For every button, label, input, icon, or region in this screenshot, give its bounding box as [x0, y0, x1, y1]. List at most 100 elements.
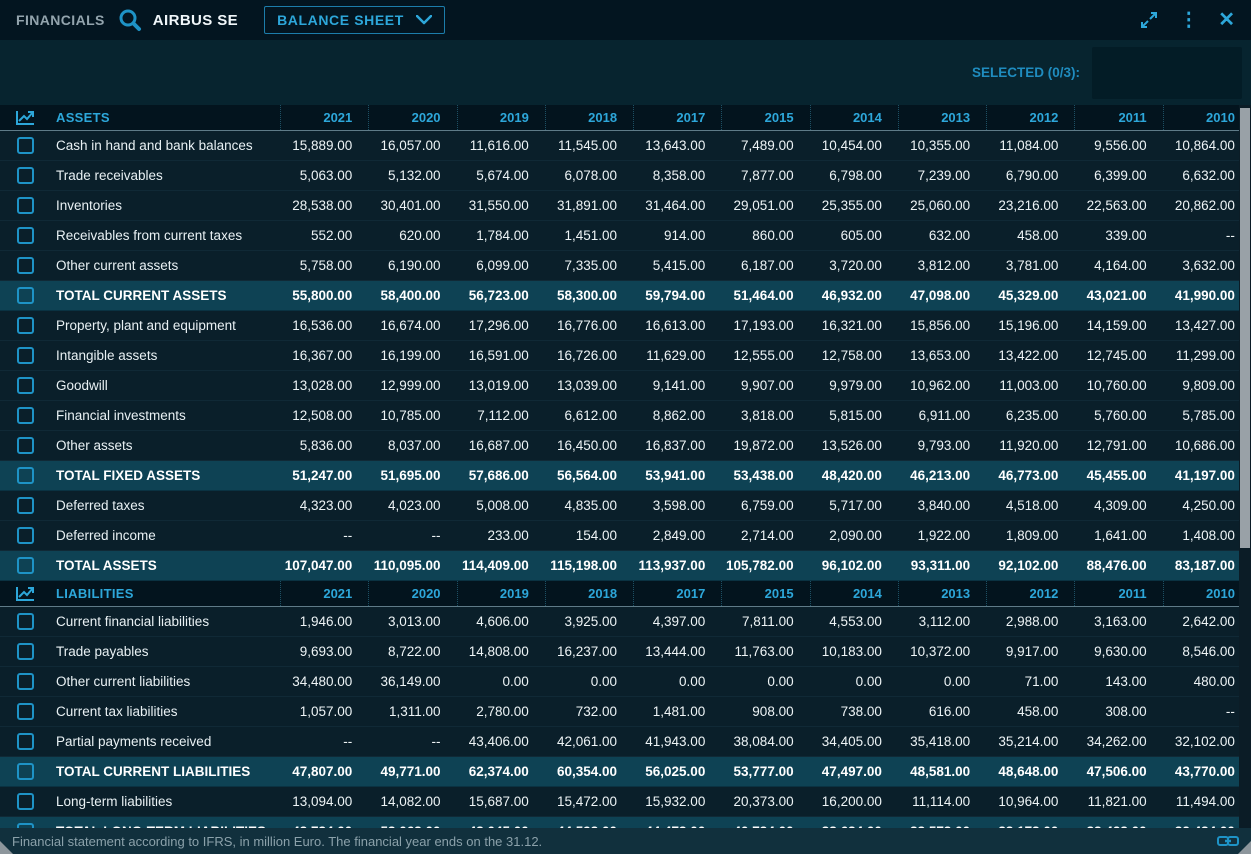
cell-value: 58,300.00	[545, 281, 633, 310]
year-column-header: 2020	[368, 581, 456, 606]
app-title: FINANCIALS	[16, 12, 105, 28]
cell-value: 11,114.00	[898, 787, 986, 816]
cell-value: 6,632.00	[1163, 161, 1251, 190]
cell-value: 1,946.00	[280, 607, 368, 636]
row-checkbox[interactable]	[17, 167, 34, 184]
cell-value: 1,641.00	[1074, 521, 1162, 550]
cell-value: 11,763.00	[721, 637, 809, 666]
cell-value: 53,438.00	[721, 461, 809, 490]
cell-value: 51,464.00	[721, 281, 809, 310]
cell-value: 632.00	[898, 221, 986, 250]
cell-value: 4,606.00	[457, 607, 545, 636]
row-checkbox[interactable]	[17, 557, 34, 574]
cell-value: 154.00	[545, 521, 633, 550]
scrollbar-thumb[interactable]	[1240, 108, 1250, 548]
cell-value: 6,190.00	[368, 251, 456, 280]
row-label: Intangible assets	[50, 341, 280, 370]
cell-value: 10,372.00	[898, 637, 986, 666]
cell-value: 16,321.00	[810, 311, 898, 340]
cell-value: 4,250.00	[1163, 491, 1251, 520]
cell-value: 914.00	[633, 221, 721, 250]
chart-toggle-button[interactable]	[0, 105, 50, 130]
cell-value: 38,634.00	[810, 817, 898, 828]
cell-value: 9,556.00	[1074, 131, 1162, 160]
resize-grip-right[interactable]	[1238, 841, 1251, 854]
row-checkbox[interactable]	[17, 793, 34, 810]
cell-value: 6,399.00	[1074, 161, 1162, 190]
cell-value: 25,355.00	[810, 191, 898, 220]
chart-toggle-button[interactable]	[0, 581, 50, 606]
row-checkbox[interactable]	[17, 763, 34, 780]
cell-value: 1,451.00	[545, 221, 633, 250]
cell-value: 107,047.00	[280, 551, 368, 580]
cell-value: 41,990.00	[1163, 281, 1251, 310]
cell-value: 1,057.00	[280, 697, 368, 726]
cell-value: 71.00	[986, 667, 1074, 696]
cell-value: 3,720.00	[810, 251, 898, 280]
cell-value: 3,013.00	[368, 607, 456, 636]
row-checkbox[interactable]	[17, 227, 34, 244]
row-checkbox[interactable]	[17, 527, 34, 544]
selected-counter-label: SELECTED (0/3):	[972, 65, 1080, 80]
table-row: Financial investments12,508.0010,785.007…	[0, 401, 1251, 431]
more-options-icon[interactable]: ⋮	[1179, 11, 1198, 30]
table-row: Cash in hand and bank balances15,889.001…	[0, 131, 1251, 161]
row-checkbox[interactable]	[17, 377, 34, 394]
row-checkbox[interactable]	[17, 467, 34, 484]
cell-value: 48,648.00	[986, 757, 1074, 786]
row-checkbox[interactable]	[17, 733, 34, 750]
cell-value: 12,999.00	[368, 371, 456, 400]
row-checkbox[interactable]	[17, 497, 34, 514]
vertical-scrollbar[interactable]	[1239, 105, 1251, 828]
row-checkbox[interactable]	[17, 703, 34, 720]
cell-value: 46,213.00	[898, 461, 986, 490]
row-checkbox[interactable]	[17, 287, 34, 304]
year-column-header: 2012	[986, 105, 1074, 130]
checkbox-cell	[0, 551, 50, 580]
row-checkbox[interactable]	[17, 137, 34, 154]
cell-value: 16,613.00	[633, 311, 721, 340]
row-checkbox[interactable]	[17, 257, 34, 274]
expand-icon[interactable]	[1139, 10, 1159, 30]
cell-value: 16,199.00	[368, 341, 456, 370]
link-icon[interactable]	[1217, 834, 1239, 848]
cell-value: 15,687.00	[457, 787, 545, 816]
table-row: Other current assets5,758.006,190.006,09…	[0, 251, 1251, 281]
row-checkbox[interactable]	[17, 613, 34, 630]
cell-value: 44,473.00	[633, 817, 721, 828]
cell-value: 43,406.00	[457, 727, 545, 756]
row-checkbox[interactable]	[17, 197, 34, 214]
cell-value: 16,450.00	[545, 431, 633, 460]
cell-value: 11,629.00	[633, 341, 721, 370]
cell-value: 16,687.00	[457, 431, 545, 460]
cell-value: 13,028.00	[280, 371, 368, 400]
cell-value: 1,481.00	[633, 697, 721, 726]
cell-value: 15,932.00	[633, 787, 721, 816]
company-name: AIRBUS SE	[153, 12, 238, 29]
cell-value: 5,836.00	[280, 431, 368, 460]
checkbox-cell	[0, 757, 50, 786]
row-checkbox[interactable]	[17, 407, 34, 424]
close-icon[interactable]: ✕	[1218, 10, 1235, 30]
row-checkbox[interactable]	[17, 673, 34, 690]
resize-grip-left[interactable]	[0, 841, 13, 854]
cell-value: 5,674.00	[457, 161, 545, 190]
row-checkbox[interactable]	[17, 347, 34, 364]
selected-items-box[interactable]	[1092, 47, 1242, 99]
cell-value: 23,216.00	[986, 191, 1074, 220]
statement-type-dropdown[interactable]: BALANCE SHEET	[264, 6, 445, 34]
cell-value: 6,798.00	[810, 161, 898, 190]
cell-value: 9,630.00	[1074, 637, 1162, 666]
table-row: Deferred taxes4,323.004,023.005,008.004,…	[0, 491, 1251, 521]
row-checkbox[interactable]	[17, 437, 34, 454]
search-icon[interactable]	[117, 7, 143, 33]
table-row: Trade receivables5,063.005,132.005,674.0…	[0, 161, 1251, 191]
row-checkbox[interactable]	[17, 317, 34, 334]
footer-note: Financial statement according to IFRS, i…	[12, 834, 542, 849]
cell-value: 46,932.00	[810, 281, 898, 310]
checkbox-cell	[0, 341, 50, 370]
row-checkbox[interactable]	[17, 643, 34, 660]
checkbox-cell	[0, 281, 50, 310]
cell-value: 10,760.00	[1074, 371, 1162, 400]
cell-value: 22,563.00	[1074, 191, 1162, 220]
